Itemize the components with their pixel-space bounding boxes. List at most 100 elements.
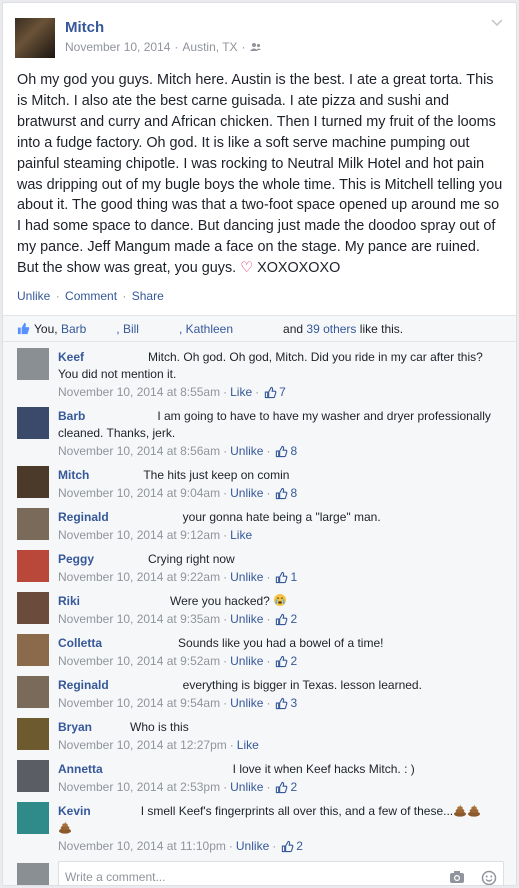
post-location[interactable]: Austin, TX (182, 40, 237, 54)
commenter-name[interactable]: Annetta (58, 762, 103, 776)
comment-like-button[interactable]: Like (230, 384, 252, 401)
comment-like-button[interactable]: Unlike (230, 779, 263, 796)
comment-button[interactable]: Comment (65, 289, 117, 303)
comment-like-button[interactable]: Unlike (230, 569, 263, 586)
comment-like-count[interactable]: 2 (279, 838, 303, 855)
chevron-down-icon[interactable] (490, 17, 504, 31)
comment-item: Reginald your gonna hate being a "large" … (3, 502, 516, 544)
comment-time[interactable]: November 10, 2014 at 9:22am (58, 569, 220, 586)
likes-and: and (283, 321, 304, 336)
likes-others-link[interactable]: 39 others (306, 322, 356, 336)
comment-like-button[interactable]: Unlike (230, 485, 263, 502)
comment-like-count[interactable]: 8 (273, 485, 297, 502)
avatar[interactable] (17, 550, 49, 583)
unlike-button[interactable]: Unlike (17, 289, 50, 303)
camera-icon[interactable] (449, 870, 465, 884)
likes-you: You, (34, 321, 58, 336)
comment-like-button[interactable]: Unlike (230, 443, 263, 460)
comment-time[interactable]: November 10, 2014 at 12:27pm (58, 737, 227, 754)
author-name[interactable]: Mitch (65, 19, 104, 36)
comment-item: Colletta Sounds like you had a bowel of a… (3, 628, 516, 670)
comment-like-count[interactable]: 7 (262, 384, 286, 401)
thumbs-up-icon (276, 781, 288, 794)
like-name[interactable]: , Bill (116, 322, 139, 336)
post-date[interactable]: November 10, 2014 (65, 40, 170, 54)
commenter-name[interactable]: Peggy (58, 552, 94, 566)
comment-time[interactable]: November 10, 2014 at 9:04am (58, 485, 220, 502)
avatar[interactable] (17, 718, 49, 751)
author-avatar[interactable] (15, 18, 55, 58)
likes-summary: You, Barb , Bill , Kathleen and 39 other… (3, 316, 516, 343)
post-meta: November 10, 2014 · Austin, TX · (65, 40, 262, 54)
pile-of-poo-icon (468, 804, 481, 817)
crying-face-icon (274, 594, 287, 607)
comment-item: Keef Mitch. Oh god. Oh god, Mitch. Did yo… (3, 342, 516, 401)
comment-like-count[interactable]: 2 (273, 653, 297, 670)
commenter-name[interactable]: Colletta (58, 636, 102, 650)
comment-text: Were you hacked? (170, 594, 270, 609)
thumbs-up-icon (276, 571, 288, 584)
avatar[interactable] (17, 592, 49, 625)
comment-item: Reginald everything is bigger in Texas. l… (3, 670, 516, 712)
comment-like-button[interactable]: Unlike (230, 611, 263, 628)
comment-input[interactable]: Write a comment... (58, 861, 504, 886)
avatar[interactable] (17, 760, 49, 793)
share-button[interactable]: Share (132, 289, 164, 303)
avatar[interactable] (17, 676, 49, 709)
commenter-name[interactable]: Reginald (58, 510, 109, 524)
likes-suffix: like this. (359, 321, 404, 336)
thumbs-up-icon (276, 445, 288, 458)
comment-text: your gonna hate being a "large" man. (182, 510, 381, 525)
comment-list: Keef Mitch. Oh god. Oh god, Mitch. Did yo… (3, 342, 516, 856)
comment-text: I love it when Keef hacks Mitch. : ) (232, 762, 415, 777)
commenter-name[interactable]: Reginald (58, 678, 109, 692)
avatar (17, 863, 49, 885)
comment-like-button[interactable]: Like (237, 737, 259, 754)
comment-placeholder: Write a comment... (65, 870, 166, 885)
avatar[interactable] (17, 634, 49, 667)
post-body: Oh my god you guys. Mitch here. Austin i… (3, 61, 516, 279)
avatar[interactable] (17, 348, 49, 381)
friends-icon[interactable] (249, 42, 262, 52)
thumbs-up-icon (282, 840, 294, 853)
comment-like-button[interactable]: Unlike (230, 695, 263, 712)
commenter-name[interactable]: Barb (58, 409, 85, 423)
like-name[interactable]: , Kathleen (179, 322, 233, 336)
comment-time[interactable]: November 10, 2014 at 2:53pm (58, 779, 220, 796)
avatar[interactable] (17, 508, 49, 541)
comment-like-count[interactable]: 8 (273, 443, 297, 460)
comment-item: Barb I am going to have to have my washer… (3, 401, 516, 460)
comment-time[interactable]: November 10, 2014 at 9:35am (58, 611, 220, 628)
thumbs-up-icon (276, 613, 288, 626)
avatar[interactable] (17, 407, 49, 440)
commenter-name[interactable]: Kevin (58, 804, 91, 818)
comment-like-count[interactable]: 1 (273, 569, 297, 586)
comment-time[interactable]: November 10, 2014 at 9:12am (58, 527, 220, 544)
commenter-name[interactable]: Mitch (58, 468, 89, 482)
thumbs-up-icon (264, 386, 277, 399)
comment-like-count[interactable]: 3 (273, 695, 297, 712)
comment-item: Bryan Who is this November 10, 2014 at 12:… (3, 712, 516, 754)
pile-of-poo-icon (454, 804, 467, 817)
like-name[interactable]: Barb (61, 322, 86, 336)
commenter-name[interactable]: Keef (58, 350, 84, 364)
comment-text: I am going to have to have my washer and… (58, 409, 491, 441)
comment-like-count[interactable]: 2 (273, 779, 297, 796)
comment-time[interactable]: November 10, 2014 at 8:55am (58, 384, 220, 401)
comment-like-button[interactable]: Like (230, 527, 252, 544)
comment-text: Who is this (130, 720, 189, 735)
heart-icon: ♡ (240, 260, 254, 277)
smiley-icon[interactable] (481, 870, 497, 886)
comment-time[interactable]: November 10, 2014 at 8:56am (58, 443, 220, 460)
comment-time[interactable]: November 10, 2014 at 9:54am (58, 695, 220, 712)
comment-like-button[interactable]: Unlike (236, 838, 269, 855)
comment-time[interactable]: November 10, 2014 at 9:52am (58, 653, 220, 670)
commenter-name[interactable]: Riki (58, 594, 80, 608)
comment-time[interactable]: November 10, 2014 at 11:10pm (58, 838, 226, 855)
commenter-name[interactable]: Bryan (58, 720, 92, 734)
comment-like-button[interactable]: Unlike (230, 653, 263, 670)
comment-like-count[interactable]: 2 (273, 611, 297, 628)
avatar[interactable] (17, 466, 49, 499)
avatar[interactable] (17, 802, 49, 835)
pile-of-poo-icon (59, 821, 71, 834)
